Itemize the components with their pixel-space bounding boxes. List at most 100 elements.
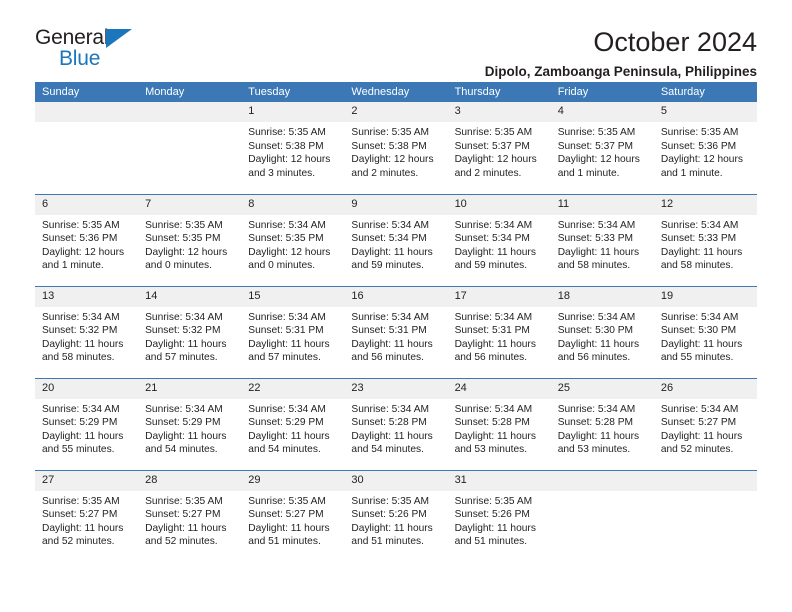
sunrise-text: Sunrise: 5:34 AM — [351, 311, 430, 323]
day-cell[interactable]: 16 Sunrise: 5:34 AM Sunset: 5:31 PM Dayligh… — [344, 286, 448, 379]
daylight-text: Daylight: 11 hours and 56 minutes. — [454, 338, 536, 364]
day-cell[interactable]: 19 Sunrise: 5:34 AM Sunset: 5:30 PM Dayligh… — [653, 286, 757, 379]
daylight-text: Daylight: 11 hours and 58 minutes. — [42, 338, 124, 364]
day-info: Sunrise: 5:34 AM Sunset: 5:30 PM Daylight:… — [654, 307, 757, 365]
daylight-text: Daylight: 11 hours and 57 minutes. — [248, 338, 330, 364]
sunset-text: Sunset: 5:28 PM — [454, 417, 530, 429]
sunrise-text: Sunrise: 5:35 AM — [660, 127, 739, 138]
sunset-text: Sunset: 5:26 PM — [454, 509, 530, 521]
daylight-text: Daylight: 11 hours and 53 minutes. — [454, 430, 536, 456]
day-number: 3 — [447, 102, 551, 122]
day-cell[interactable]: 24 Sunrise: 5:34 AM Sunset: 5:28 PM Dayligh… — [447, 378, 551, 471]
day-cell[interactable]: 28 Sunrise: 5:35 AM Sunset: 5:27 PM Dayligh… — [138, 470, 242, 562]
triangle-icon — [106, 29, 132, 48]
day-cell[interactable]: 17 Sunrise: 5:34 AM Sunset: 5:31 PM Dayligh… — [447, 286, 551, 379]
daylight-text: Daylight: 11 hours and 54 minutes. — [351, 430, 433, 456]
day-cell[interactable]: 29 Sunrise: 5:35 AM Sunset: 5:27 PM Dayligh… — [241, 470, 345, 562]
day-cell[interactable]: 4 Sunrise: 5:35 AM Sunset: 5:37 PM Daylight… — [550, 102, 654, 195]
sunrise-text: Sunrise: 5:34 AM — [145, 311, 223, 323]
day-cell[interactable]: 11 Sunrise: 5:34 AM Sunset: 5:33 PM Dayligh… — [550, 194, 654, 287]
day-number: 2 — [344, 102, 448, 122]
day-cell[interactable]: 5 Sunrise: 5:35 AM Sunset: 5:36 PM Daylight… — [653, 102, 757, 195]
calendar-header-row: Sunday Monday Tuesday Wednesday Thursday Frid… — [35, 82, 757, 102]
day-number — [653, 470, 757, 491]
sunrise-text: Sunrise: 5:35 AM — [557, 127, 636, 138]
day-info: Sunrise: 5:34 AM Sunset: 5:29 PM Daylight:… — [241, 399, 344, 457]
sunrise-text: Sunrise: 5:35 AM — [351, 127, 430, 138]
day-cell[interactable]: 18 Sunrise: 5:34 AM Sunset: 5:30 PM Dayligh… — [550, 286, 654, 379]
day-number: 30 — [344, 470, 448, 491]
sunset-text: Sunset: 5:28 PM — [557, 417, 634, 429]
sunrise-text: Sunrise: 5:34 AM — [660, 311, 739, 323]
sunset-text: Sunset: 5:34 PM — [351, 233, 427, 245]
daylight-text: Daylight: 12 hours and 1 minute. — [660, 154, 743, 179]
sunset-text: Sunset: 5:33 PM — [557, 233, 634, 245]
sunrise-text: Sunrise: 5:35 AM — [248, 495, 326, 507]
sunrise-text: Sunrise: 5:34 AM — [42, 311, 120, 323]
day-info: Sunrise: 5:35 AM Sunset: 5:36 PM Daylight:… — [35, 215, 138, 273]
sunrise-text: Sunrise: 5:35 AM — [42, 495, 120, 507]
day-info: Sunrise: 5:35 AM Sunset: 5:37 PM Daylight:… — [448, 122, 551, 180]
sunset-text: Sunset: 5:31 PM — [248, 325, 324, 337]
day-info: Sunrise: 5:34 AM Sunset: 5:31 PM Daylight:… — [448, 307, 551, 365]
day-info: Sunrise: 5:34 AM Sunset: 5:31 PM Daylight:… — [241, 307, 344, 365]
sunset-text: Sunset: 5:36 PM — [42, 233, 118, 245]
weekday-header-tuesday: Tuesday — [241, 82, 345, 102]
day-info: Sunrise: 5:34 AM Sunset: 5:28 PM Daylight:… — [448, 399, 551, 457]
day-cell[interactable]: 15 Sunrise: 5:34 AM Sunset: 5:31 PM Dayligh… — [241, 286, 345, 379]
day-cell[interactable]: 7 Sunrise: 5:35 AM Sunset: 5:35 PM Daylight… — [138, 194, 242, 287]
sunset-text: Sunset: 5:37 PM — [454, 140, 530, 152]
day-info: Sunrise: 5:34 AM Sunset: 5:31 PM Daylight:… — [344, 307, 447, 365]
day-cell[interactable]: 10 Sunrise: 5:34 AM Sunset: 5:34 PM Dayligh… — [447, 194, 551, 287]
day-number: 27 — [35, 470, 139, 491]
day-cell[interactable]: 31 Sunrise: 5:35 AM Sunset: 5:26 PM Dayligh… — [447, 470, 551, 562]
day-info: Sunrise: 5:35 AM Sunset: 5:38 PM Daylight:… — [344, 122, 447, 180]
sunset-text: Sunset: 5:34 PM — [454, 233, 530, 245]
day-cell[interactable]: 6 Sunrise: 5:35 AM Sunset: 5:36 PM Daylight… — [35, 194, 139, 287]
day-cell[interactable]: 27 Sunrise: 5:35 AM Sunset: 5:27 PM Dayligh… — [35, 470, 139, 562]
day-number: 29 — [241, 470, 345, 491]
day-cell[interactable]: 9 Sunrise: 5:34 AM Sunset: 5:34 PM Daylight… — [344, 194, 448, 287]
day-cell[interactable]: 2 Sunrise: 5:35 AM Sunset: 5:38 PM Daylight… — [344, 102, 448, 195]
day-cell-empty — [550, 470, 654, 562]
daylight-text: Daylight: 11 hours and 55 minutes. — [660, 338, 743, 364]
daylight-text: Daylight: 12 hours and 1 minute. — [42, 246, 125, 272]
day-number: 9 — [344, 194, 448, 215]
sunset-text: Sunset: 5:29 PM — [42, 417, 118, 429]
calendar-week-row: 20 Sunrise: 5:34 AM Sunset: 5:29 PM Dayligh… — [35, 378, 757, 471]
day-cell[interactable]: 13 Sunrise: 5:34 AM Sunset: 5:32 PM Dayligh… — [35, 286, 139, 379]
weekday-header-sunday: Sunday — [35, 82, 139, 102]
day-cell[interactable]: 3 Sunrise: 5:35 AM Sunset: 5:37 PM Daylight… — [447, 102, 551, 195]
day-cell[interactable]: 8 Sunrise: 5:34 AM Sunset: 5:35 PM Daylight… — [241, 194, 345, 287]
day-cell[interactable]: 1 Sunrise: 5:35 AM Sunset: 5:38 PM Daylight… — [241, 102, 345, 195]
day-cell[interactable]: 30 Sunrise: 5:35 AM Sunset: 5:26 PM Dayligh… — [344, 470, 448, 562]
daylight-text: Daylight: 11 hours and 51 minutes. — [454, 522, 536, 548]
day-number: 1 — [241, 102, 345, 122]
sunset-text: Sunset: 5:30 PM — [660, 325, 737, 337]
weekday-header-row: Sunday Monday Tuesday Wednesday Thursday Frid… — [35, 82, 757, 102]
day-cell[interactable]: 22 Sunrise: 5:34 AM Sunset: 5:29 PM Dayligh… — [241, 378, 345, 471]
sunrise-text: Sunrise: 5:35 AM — [42, 219, 120, 231]
sunset-text: Sunset: 5:29 PM — [248, 417, 324, 429]
day-cell[interactable]: 12 Sunrise: 5:34 AM Sunset: 5:33 PM Dayligh… — [653, 194, 757, 287]
day-number — [550, 470, 654, 491]
daylight-text: Daylight: 12 hours and 1 minute. — [557, 154, 640, 179]
day-info: Sunrise: 5:34 AM Sunset: 5:28 PM Daylight:… — [344, 399, 447, 457]
day-info: Sunrise: 5:35 AM Sunset: 5:27 PM Daylight:… — [35, 491, 138, 549]
day-cell[interactable]: 21 Sunrise: 5:34 AM Sunset: 5:29 PM Dayligh… — [138, 378, 242, 471]
day-cell[interactable]: 26 Sunrise: 5:34 AM Sunset: 5:27 PM Dayligh… — [653, 378, 757, 471]
sunset-text: Sunset: 5:28 PM — [351, 417, 427, 429]
day-number: 26 — [653, 378, 757, 399]
generalblue-logo[interactable]: General Blue — [35, 26, 145, 72]
day-info: Sunrise: 5:34 AM Sunset: 5:32 PM Daylight:… — [35, 307, 138, 365]
day-cell[interactable]: 20 Sunrise: 5:34 AM Sunset: 5:29 PM Dayligh… — [35, 378, 139, 471]
day-info: Sunrise: 5:35 AM Sunset: 5:26 PM Daylight:… — [344, 491, 447, 549]
day-cell[interactable]: 25 Sunrise: 5:34 AM Sunset: 5:28 PM Dayligh… — [550, 378, 654, 471]
day-number: 11 — [550, 194, 654, 215]
day-cell[interactable]: 23 Sunrise: 5:34 AM Sunset: 5:28 PM Dayligh… — [344, 378, 448, 471]
day-number: 7 — [138, 194, 242, 215]
daylight-text: Daylight: 11 hours and 58 minutes. — [660, 246, 743, 272]
sunset-text: Sunset: 5:31 PM — [454, 325, 530, 337]
day-cell[interactable]: 14 Sunrise: 5:34 AM Sunset: 5:32 PM Dayligh… — [138, 286, 242, 379]
page-subtitle: Dipolo, Zamboanga Peninsula, Philippines — [484, 64, 757, 79]
